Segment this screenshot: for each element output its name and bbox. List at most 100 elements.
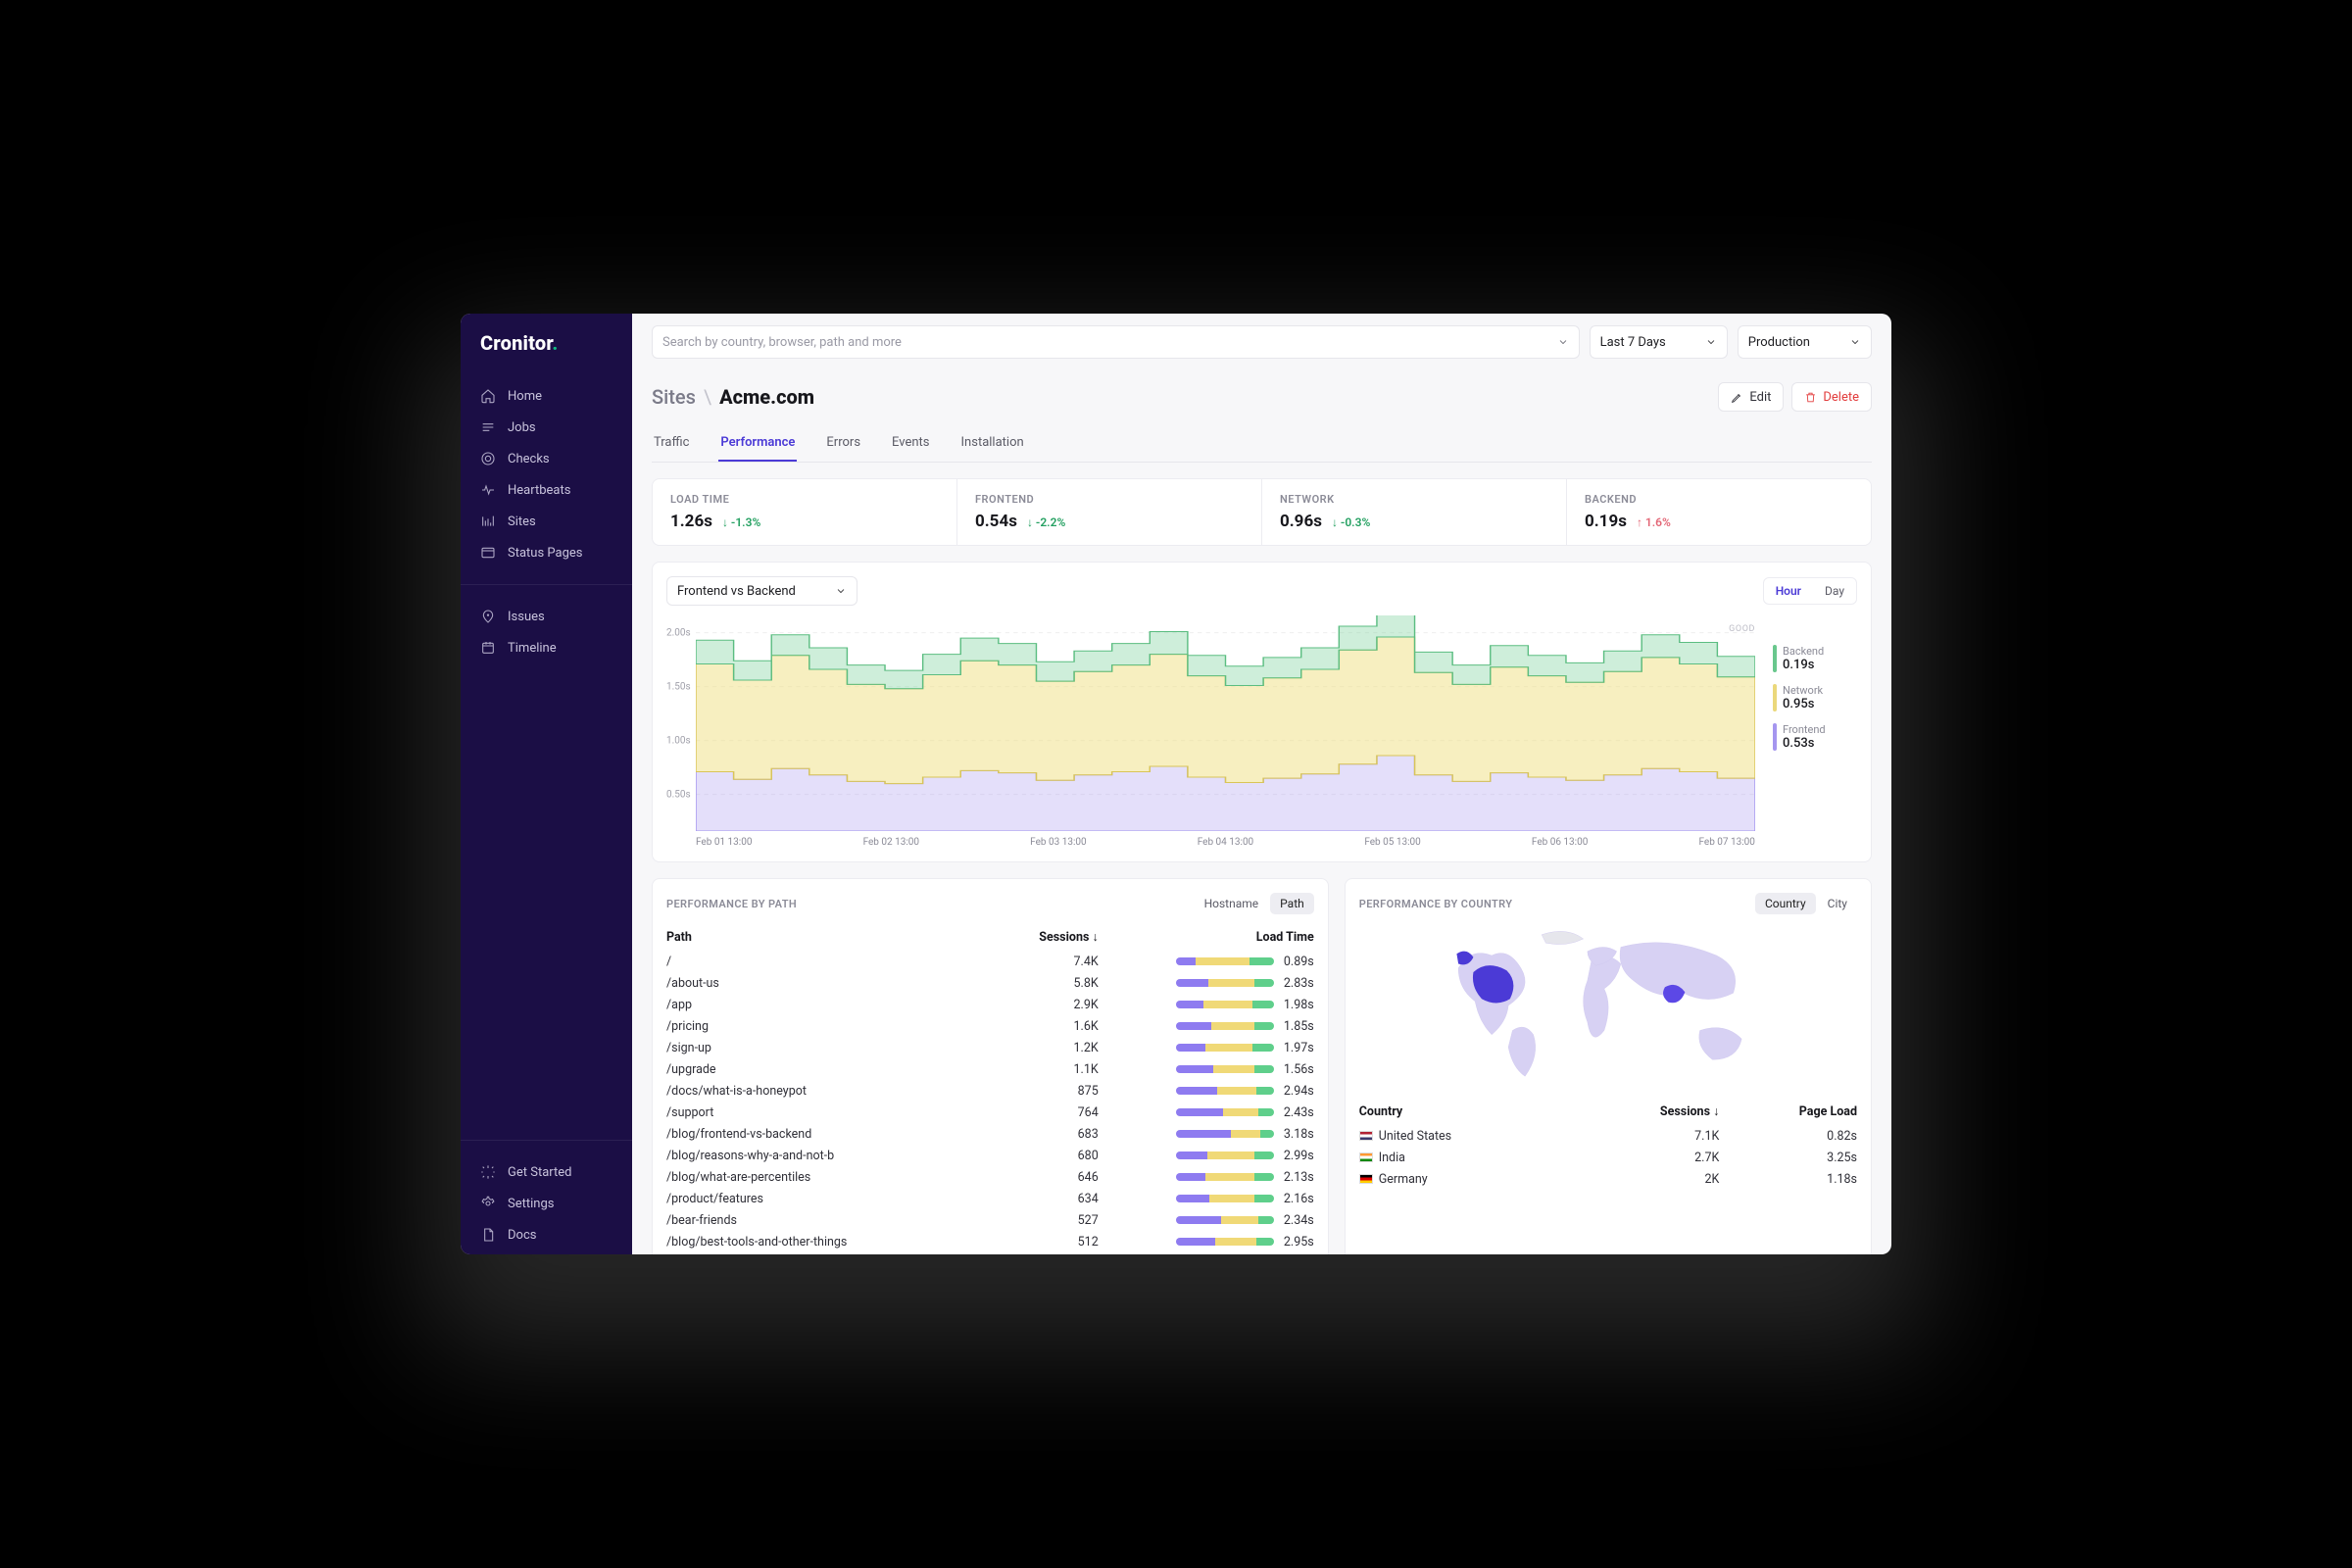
topbar: Search by country, browser, path and mor…	[632, 314, 1891, 368]
nav-label: Jobs	[508, 420, 536, 435]
nav-icon	[480, 419, 496, 435]
perf-by-country-table: CountrySessions ↓Page LoadUnited States7…	[1359, 1099, 1857, 1190]
path-row[interactable]: /upgrade1.1K1.56s	[666, 1058, 1314, 1080]
nav-icon	[480, 1196, 496, 1211]
sidebar-item-heartbeats[interactable]: Heartbeats	[461, 474, 632, 506]
toggle-country[interactable]: Country	[1755, 893, 1816, 914]
sidebar: Cronitor. Home Jobs Checks Heartbeats Sites S…	[461, 314, 632, 1254]
perf-by-country-title: PERFORMANCE BY COUNTRY	[1359, 898, 1513, 910]
sidebar-item-home[interactable]: Home	[461, 380, 632, 412]
path-row[interactable]: /7.4K0.89s	[666, 951, 1314, 972]
search-placeholder: Search by country, browser, path and mor…	[662, 335, 902, 350]
path-row[interactable]: /about-us5.8K2.83s	[666, 972, 1314, 994]
nav-label: Get Started	[508, 1165, 571, 1180]
nav-icon	[480, 514, 496, 529]
nav-icon	[480, 1164, 496, 1180]
pencil-icon	[1731, 391, 1743, 404]
granularity-day[interactable]: Day	[1813, 578, 1856, 604]
granularity-toggle: Hour Day	[1763, 577, 1857, 605]
chevron-down-icon	[835, 585, 847, 597]
sidebar-item-jobs[interactable]: Jobs	[461, 412, 632, 443]
sidebar-item-issues[interactable]: Issues	[461, 601, 632, 632]
breadcrumb-site: Acme.com	[719, 385, 814, 409]
chart-card: Frontend vs Backend Hour Day 2.00s 1.50s…	[652, 562, 1872, 862]
tab-performance[interactable]: Performance	[718, 425, 797, 462]
stats-row: LOAD TIME1.26s↓ -1.3%FRONTEND0.54s↓ -2.2…	[652, 478, 1872, 546]
stat-load-time: LOAD TIME1.26s↓ -1.3%	[653, 479, 957, 545]
nav-icon	[480, 1227, 496, 1243]
breadcrumb-root[interactable]: Sites	[652, 385, 696, 409]
nav-icon	[480, 640, 496, 656]
nav-label: Status Pages	[508, 546, 583, 561]
brand-logo: Cronitor.	[461, 314, 632, 376]
sidebar-footer-get-started[interactable]: Get Started	[461, 1156, 632, 1188]
sidebar-item-timeline[interactable]: Timeline	[461, 632, 632, 663]
edit-button[interactable]: Edit	[1718, 382, 1784, 412]
legend-frontend: Frontend0.53s	[1773, 723, 1857, 751]
legend-backend: Backend0.19s	[1773, 645, 1857, 672]
country-row[interactable]: Germany2K1.18s	[1359, 1168, 1857, 1190]
environment-select[interactable]: Production	[1738, 325, 1872, 359]
perf-by-path-title: PERFORMANCE BY PATH	[666, 898, 797, 910]
path-row[interactable]: /app2.9K1.98s	[666, 994, 1314, 1015]
perf-by-path-table: PathSessions ↓Load Time/7.4K0.89s/about-…	[666, 924, 1314, 1252]
sidebar-item-checks[interactable]: Checks	[461, 443, 632, 474]
nav-label: Settings	[508, 1197, 554, 1211]
stat-frontend: FRONTEND0.54s↓ -2.2%	[957, 479, 1262, 545]
nav-icon	[480, 545, 496, 561]
flag-icon	[1359, 1131, 1373, 1141]
path-row[interactable]: /product/features6342.16s	[666, 1188, 1314, 1209]
toggle-city[interactable]: City	[1818, 893, 1857, 914]
main: Search by country, browser, path and mor…	[632, 314, 1891, 1254]
delete-button[interactable]: Delete	[1791, 382, 1872, 412]
country-row[interactable]: India2.7K3.25s	[1359, 1147, 1857, 1168]
legend-network: Network0.95s	[1773, 684, 1857, 711]
nav-label: Docs	[508, 1228, 536, 1243]
flag-icon	[1359, 1174, 1373, 1184]
tab-traffic[interactable]: Traffic	[652, 425, 691, 462]
toggle-hostname[interactable]: Hostname	[1195, 893, 1269, 914]
path-row[interactable]: /docs/what-is-a-honeypot8752.94s	[666, 1080, 1314, 1102]
path-row[interactable]: /support7642.43s	[666, 1102, 1314, 1123]
sidebar-item-sites[interactable]: Sites	[461, 506, 632, 537]
timeseries-chart: 2.00s 1.50s 1.00s 0.50s GOOD	[666, 615, 1755, 831]
nav-label: Issues	[508, 610, 545, 624]
sidebar-item-status-pages[interactable]: Status Pages	[461, 537, 632, 568]
nav-icon	[480, 609, 496, 624]
nav-icon	[480, 388, 496, 404]
tab-events[interactable]: Events	[890, 425, 931, 462]
nav-icon	[480, 451, 496, 466]
nav-label: Sites	[508, 514, 536, 529]
page-title: Sites \ Acme.com Edit Delete	[652, 372, 1872, 417]
world-map[interactable]	[1359, 922, 1857, 1089]
toggle-path[interactable]: Path	[1270, 893, 1314, 914]
path-row[interactable]: /sign-up1.2K1.97s	[666, 1037, 1314, 1058]
path-row[interactable]: /blog/best-tools-and-other-things5122.95…	[666, 1231, 1314, 1252]
tab-errors[interactable]: Errors	[824, 425, 862, 462]
perf-by-path-card: PERFORMANCE BY PATH Hostname Path PathSe…	[652, 878, 1329, 1254]
path-row[interactable]: /blog/frontend-vs-backend6833.18s	[666, 1123, 1314, 1145]
path-row[interactable]: /pricing1.6K1.85s	[666, 1015, 1314, 1037]
sidebar-footer-docs[interactable]: Docs	[461, 1219, 632, 1250]
path-row[interactable]: /blog/what-are-percentiles6462.13s	[666, 1166, 1314, 1188]
flag-icon	[1359, 1152, 1373, 1162]
path-row[interactable]: /blog/reasons-why-a-and-not-b6802.99s	[666, 1145, 1314, 1166]
path-row[interactable]: /bear-friends5272.34s	[666, 1209, 1314, 1231]
chart-legend: Backend0.19s Network0.95s Frontend0.53s	[1773, 615, 1857, 848]
chevron-down-icon	[1849, 336, 1861, 348]
search-input[interactable]: Search by country, browser, path and mor…	[652, 325, 1580, 359]
stat-backend: BACKEND0.19s↑ 1.6%	[1567, 479, 1871, 545]
nav-label: Heartbeats	[508, 483, 570, 498]
chevron-down-icon	[1557, 336, 1569, 348]
trash-icon	[1804, 391, 1817, 404]
timerange-select[interactable]: Last 7 Days	[1590, 325, 1728, 359]
perf-by-country-card: PERFORMANCE BY COUNTRY Country City	[1345, 878, 1872, 1254]
country-row[interactable]: United States7.1K0.82s	[1359, 1125, 1857, 1147]
chart-metric-select[interactable]: Frontend vs Backend	[666, 576, 858, 606]
tab-installation[interactable]: Installation	[959, 425, 1026, 462]
nav-label: Checks	[508, 452, 550, 466]
chevron-down-icon	[1705, 336, 1717, 348]
tabs: Traffic Performance Errors Events Installati…	[652, 425, 1872, 463]
sidebar-footer-settings[interactable]: Settings	[461, 1188, 632, 1219]
granularity-hour[interactable]: Hour	[1764, 578, 1813, 604]
